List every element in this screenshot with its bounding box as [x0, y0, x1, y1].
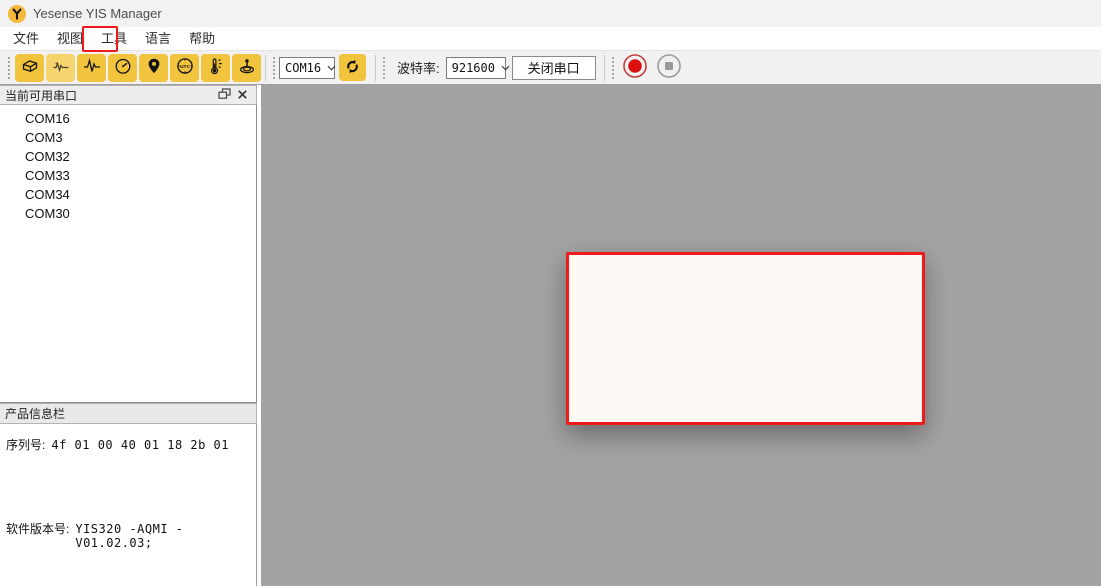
toolbar-grip[interactable] — [8, 57, 10, 79]
window-titlebar: Yesense YIS Manager — [0, 0, 1101, 27]
record-button[interactable] — [621, 54, 649, 82]
waveform-icon — [82, 56, 102, 79]
stop-button[interactable] — [655, 54, 683, 82]
port-select[interactable]: COM16 — [279, 57, 335, 79]
dialog-titlebar[interactable]: 输出配置 ? — [634, 282, 849, 312]
dock-title: 当前可用串口 — [5, 87, 77, 104]
toolbar: UTC COM16 波特率: 921600 关闭串口 — [0, 51, 1101, 85]
menu-language[interactable]: 语言 — [139, 28, 177, 50]
baud-rate-row: 波特率: 921600 确定 — [643, 320, 837, 344]
product-info-body: 序列号: 4f 01 00 40 01 18 2b 01 软件版本号: YIS3… — [0, 424, 257, 586]
float-window-icon — [218, 88, 231, 103]
dialog-logo-icon — [642, 289, 658, 305]
gauge-icon — [113, 56, 133, 79]
menu-view[interactable]: 视图 — [51, 28, 89, 50]
product-info-header: 产品信息栏 — [0, 403, 257, 424]
utc-clock-icon: UTC — [175, 56, 195, 79]
close-icon — [827, 290, 839, 305]
baud-rate-label: 波特率: — [397, 58, 440, 77]
dialog-output-rate-value: 200 — [712, 355, 734, 369]
output-config-dialog: 输出配置 ? 波特率: 921600 确定 输出频率: 200 — [633, 281, 850, 386]
software-version-label: 软件版本号: — [6, 520, 69, 537]
dialog-output-rate-select[interactable]: 200 — [706, 351, 756, 374]
waveform-button[interactable] — [77, 54, 106, 82]
dialog-body: 波特率: 921600 确定 输出频率: 200 确定 — [634, 312, 849, 374]
port-list-item[interactable]: COM33 — [0, 166, 256, 185]
dialog-title: 输出配置 — [665, 289, 713, 306]
attitude-wave-button[interactable] — [46, 54, 75, 82]
stop-icon — [655, 52, 683, 83]
menu-tools[interactable]: 工具 — [95, 28, 133, 50]
baud-rate-value: 921600 — [452, 61, 495, 75]
refresh-ports-icon — [343, 57, 362, 79]
toolbar-separator — [265, 55, 266, 81]
dialog-baud-label: 波特率: — [643, 324, 682, 341]
port-list: COM16 COM3 COM32 COM33 COM34 COM30 — [0, 105, 257, 403]
baud-confirm-button[interactable]: 确定 — [765, 320, 837, 344]
location-pin-icon — [144, 56, 164, 79]
software-version-row: 软件版本号: YIS320 -AQMI -V01.02.03; — [6, 520, 256, 550]
dialog-help-button[interactable]: ? — [790, 290, 797, 305]
port-list-item[interactable]: COM30 — [0, 204, 256, 223]
antenna-button[interactable] — [232, 54, 261, 82]
port-select-value: COM16 — [285, 61, 321, 75]
menu-help[interactable]: 帮助 — [183, 28, 221, 50]
output-rate-row: 输出频率: 200 确定 — [643, 350, 837, 374]
refresh-ports-button[interactable] — [339, 54, 366, 81]
software-version-value: YIS320 -AQMI -V01.02.03; — [75, 522, 256, 550]
toolbar-separator — [604, 55, 605, 81]
toolbar-separator — [375, 55, 376, 81]
port-list-item[interactable]: COM16 — [0, 109, 256, 128]
antenna-icon — [237, 56, 257, 79]
dock-header: 当前可用串口 — [0, 85, 257, 105]
serial-number-label: 序列号: — [6, 436, 45, 453]
dock-close-button[interactable] — [233, 87, 251, 103]
svg-text:UTC: UTC — [180, 64, 190, 70]
thermometer-icon — [206, 56, 226, 79]
close-serial-button[interactable]: 关闭串口 — [512, 56, 596, 80]
product-info-title: 产品信息栏 — [5, 405, 65, 422]
window-title: Yesense YIS Manager — [33, 6, 162, 21]
dialog-baud-value: 921600 — [700, 325, 743, 339]
serial-ports-dock: 当前可用串口 COM16 COM3 COM32 COM33 COM34 COM3… — [0, 85, 257, 586]
attitude-wave-icon — [51, 56, 71, 79]
toolbar-grip[interactable] — [383, 57, 385, 79]
cube-3d-button[interactable] — [15, 54, 44, 82]
chevron-down-icon — [495, 65, 510, 71]
close-icon — [237, 88, 248, 103]
port-list-item[interactable]: COM3 — [0, 128, 256, 147]
baud-rate-select[interactable]: 921600 — [446, 57, 506, 79]
port-list-item[interactable]: COM34 — [0, 185, 256, 204]
chevron-down-icon — [321, 65, 336, 71]
dialog-output-rate-label: 输出频率: — [643, 354, 694, 371]
app-logo-icon — [8, 5, 26, 23]
toolbar-grip[interactable] — [273, 57, 275, 79]
location-button[interactable] — [139, 54, 168, 82]
dialog-baud-select[interactable]: 921600 — [694, 321, 756, 344]
cube-3d-icon — [20, 56, 40, 79]
output-rate-confirm-button[interactable]: 确定 — [765, 350, 837, 374]
menu-file[interactable]: 文件 — [7, 28, 45, 50]
dialog-close-button[interactable] — [825, 288, 841, 307]
record-icon — [621, 52, 649, 83]
menubar: 文件 视图 工具 语言 帮助 — [0, 27, 1101, 51]
serial-number-value: 4f 01 00 40 01 18 2b 01 — [51, 438, 229, 452]
chevron-down-icon — [743, 329, 752, 335]
dock-float-button[interactable] — [215, 87, 233, 103]
toolbar-grip[interactable] — [612, 57, 614, 79]
gauge-button[interactable] — [108, 54, 137, 82]
thermometer-button[interactable] — [201, 54, 230, 82]
serial-number-row: 序列号: 4f 01 00 40 01 18 2b 01 — [6, 436, 250, 453]
port-list-item[interactable]: COM32 — [0, 147, 256, 166]
chevron-down-icon — [741, 359, 750, 365]
utc-clock-button[interactable]: UTC — [170, 54, 199, 82]
app-window: Yesense YIS Manager 文件 视图 工具 语言 帮助 UTC — [0, 0, 1101, 587]
main-area: 当前可用串口 COM16 COM3 COM32 COM33 COM34 COM3… — [0, 85, 1101, 586]
